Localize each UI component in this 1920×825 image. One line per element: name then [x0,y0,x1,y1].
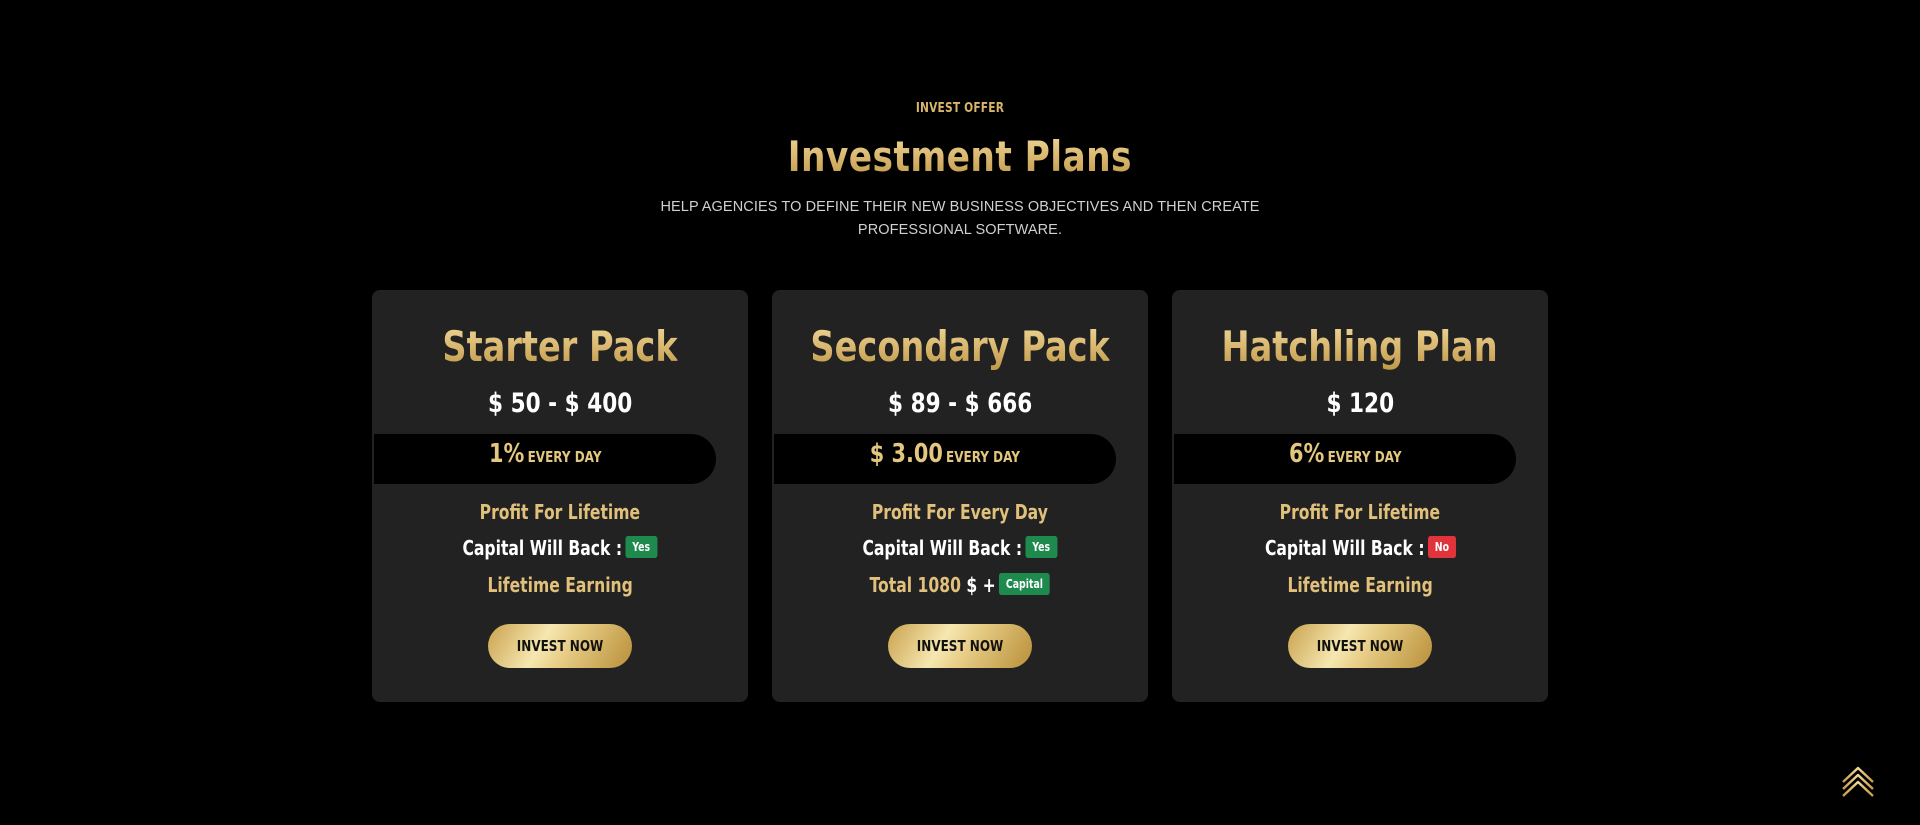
section-title: Investment Plans [0,128,1920,186]
plan-price-text: $ 120 [1326,388,1394,419]
plan-rate-pill: 6% EVERY DAY [1174,434,1516,484]
total-value: 1080 [917,573,962,597]
plan-rate-pill: $ 3.00 EVERY DAY [774,434,1116,484]
plan-title: Starter Pack [372,318,748,376]
profit-suffix: For Lifetime [1334,500,1441,524]
plans-list: Starter Pack $ 50 - $ 400 1% EVERY DAY Pr… [372,290,1548,702]
capital-label: Capital Will Back : [862,536,1023,560]
plan-card-secondary: Secondary Pack $ 89 - $ 666 $ 3.00 EVERY … [772,290,1148,702]
invest-now-label: INVEST NOW [1316,637,1404,655]
plan-price: $ 120 [1172,386,1548,422]
plan-price: $ 89 - $ 666 [772,386,1148,422]
earning-prefix: Lifetime [487,573,560,597]
profit-prefix: Profit [479,500,529,524]
plan-feature-capital: Capital Will Back : Yes [372,534,748,562]
plan-price: $ 50 - $ 400 [372,386,748,422]
plan-feature-capital: Capital Will Back : Yes [772,534,1148,562]
earning-suffix: Earning [1365,573,1433,597]
plan-title-text: Secondary Pack [810,318,1109,376]
total-badge: Capital [999,572,1051,595]
plan-feature-profit: Profit For Every Day [772,498,1148,526]
section-subtitle: HELP AGENCIES TO DEFINE THEIR NEW BUSINE… [660,199,1260,238]
invest-now-label: INVEST NOW [916,637,1004,655]
plan-title-text: Hatchling Plan [1222,318,1498,376]
plan-title-text: Starter Pack [442,318,677,376]
capital-label: Capital Will Back : [462,536,623,560]
plan-rate-value: 6% [1288,439,1325,469]
plan-feature-profit: Profit For Lifetime [372,498,748,526]
plan-feature-profit: Profit For Lifetime [1172,498,1548,526]
plan-feature-earning: Lifetime Earning [372,571,748,599]
plan-feature-total: Total 1080 $ + Capital [772,571,1148,599]
plan-title: Hatchling Plan [1172,318,1548,376]
double-chevron-up-icon [1842,766,1874,797]
capital-badge: No [1427,535,1456,558]
total-suffix: $ + [966,573,997,597]
plan-feature-earning: Lifetime Earning [1172,571,1548,599]
plan-rate-unit: EVERY DAY [527,448,602,466]
section-title-text: Investment Plans [788,128,1132,186]
plan-rate-unit: EVERY DAY [1327,448,1402,466]
plan-rate-unit: EVERY DAY [946,448,1021,466]
profit-suffix: For Every Day [926,500,1049,524]
plan-rate-pill: 1% EVERY DAY [374,434,716,484]
plan-card-starter: Starter Pack $ 50 - $ 400 1% EVERY DAY Pr… [372,290,748,702]
capital-label: Capital Will Back : [1264,536,1425,560]
profit-suffix: For Lifetime [534,500,641,524]
total-prefix: Total [869,573,913,597]
capital-badge: Yes [625,535,658,558]
invest-now-button[interactable]: INVEST NOW [488,624,632,668]
scroll-to-top-button[interactable] [1840,762,1876,800]
plan-title: Secondary Pack [772,318,1148,376]
plan-rate-value: 1% [488,439,525,469]
plan-feature-capital: Capital Will Back : No [1172,534,1548,562]
plan-card-hatchling: Hatchling Plan $ 120 6% EVERY DAY Profit … [1172,290,1548,702]
invest-now-label: INVEST NOW [516,637,604,655]
invest-now-button[interactable]: INVEST NOW [1288,624,1432,668]
plan-price-text: $ 89 - $ 666 [887,388,1033,419]
investment-plans-page: INVEST OFFER Investment Plans HELP AGENC… [0,0,1920,825]
plan-rate-value: $ 3.00 [869,439,943,469]
capital-badge: Yes [1025,535,1058,558]
profit-prefix: Profit [1279,500,1329,524]
invest-now-button[interactable]: INVEST NOW [888,624,1032,668]
plan-price-text: $ 50 - $ 400 [487,388,633,419]
earning-prefix: Lifetime [1287,573,1360,597]
section-eyebrow: INVEST OFFER [915,101,1005,116]
earning-suffix: Earning [565,573,633,597]
profit-prefix: Profit [871,500,921,524]
